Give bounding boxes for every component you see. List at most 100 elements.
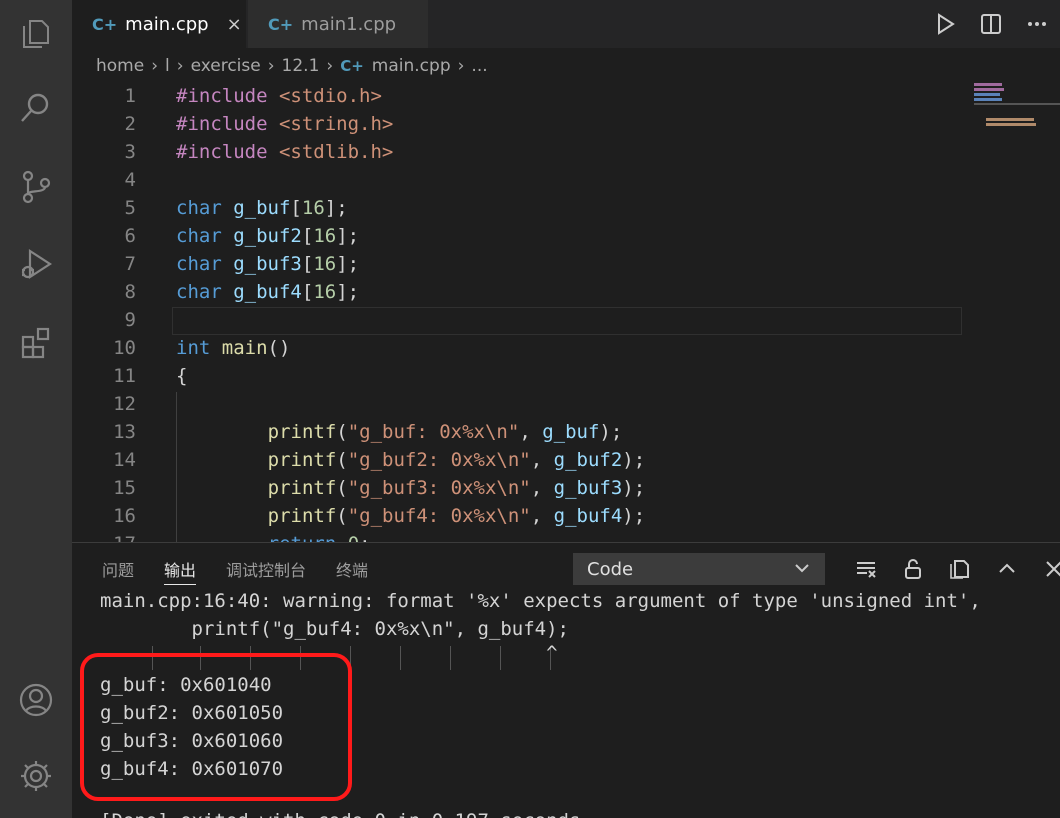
code-text: char g_buf3[16];	[176, 253, 360, 275]
code-line[interactable]: 16 printf("g_buf4: 0x%x\n", g_buf4);	[72, 502, 972, 530]
ellipsis-icon	[1028, 22, 1046, 26]
line-number: 14	[113, 449, 136, 471]
line-number: 7	[124, 253, 136, 275]
code-line[interactable]: 13 printf("g_buf: 0x%x\n", g_buf);	[72, 418, 972, 446]
line-number: 6	[124, 225, 136, 247]
code-line[interactable]: 9	[72, 306, 972, 334]
tab-main-cpp[interactable]: C+ main.cpp ×	[72, 0, 246, 48]
breadcrumb-item[interactable]: ...	[471, 56, 487, 76]
tab-output[interactable]: 输出	[164, 557, 197, 585]
chevron-right-icon: ›	[267, 56, 275, 76]
copy-icon	[949, 560, 969, 579]
code-text: char g_buf4[16];	[176, 281, 360, 303]
unlock-icon	[904, 559, 921, 579]
tab-problems[interactable]: 问题	[102, 557, 134, 585]
breadcrumb-item[interactable]: home	[96, 56, 144, 76]
code-line[interactable]: 6 char g_buf2[16];	[72, 222, 972, 250]
run-debug-icon[interactable]	[14, 242, 58, 286]
source-control-icon[interactable]	[14, 164, 58, 208]
split-editor-icon	[981, 14, 1001, 34]
tab-terminal[interactable]: 终端	[336, 557, 368, 585]
line-number: 16	[113, 505, 136, 527]
code-text: printf("g_buf2: 0x%x\n", g_buf2);	[267, 449, 646, 471]
output-line: [Done] exited with code=0 in 0.197 secon…	[100, 807, 1060, 818]
code-text: printf("g_buf: 0x%x\n", g_buf);	[267, 421, 623, 443]
chevron-right-icon: ›	[457, 56, 465, 76]
line-number: 13	[113, 421, 136, 443]
chevron-right-icon: ›	[151, 56, 159, 76]
chevron-right-icon: ›	[176, 56, 184, 76]
code-line[interactable]: 10 int main()	[72, 334, 972, 362]
code-line[interactable]: 1 #include <stdio.h>	[72, 82, 972, 110]
breadcrumb-item[interactable]: main.cpp	[372, 56, 451, 76]
chevron-right-icon: ›	[326, 56, 334, 76]
output-channel-value: Code	[587, 558, 634, 580]
clear-output-button[interactable]	[842, 553, 889, 585]
split-editor-button[interactable]	[968, 4, 1014, 44]
settings-gear-icon[interactable]	[14, 754, 58, 798]
line-number: 11	[113, 365, 136, 387]
code-line[interactable]: 7 char g_buf3[16];	[72, 250, 972, 278]
code-text: char g_buf2[16];	[176, 225, 360, 247]
extensions-icon[interactable]	[14, 320, 58, 364]
code-line[interactable]: 4	[72, 166, 972, 194]
close-icon	[1045, 561, 1060, 577]
code-line[interactable]: 15 printf("g_buf3: 0x%x\n", g_buf3);	[72, 474, 972, 502]
code-line[interactable]: 2 #include <string.h>	[72, 110, 972, 138]
code-editor[interactable]: 1 #include <stdio.h> 2 #include <string.h> 3…	[72, 80, 1060, 542]
open-in-editor-button[interactable]	[936, 553, 983, 585]
line-number: 9	[124, 309, 136, 331]
code-text: printf("g_buf3: 0x%x\n", g_buf3);	[267, 477, 646, 499]
line-number: 2	[124, 113, 136, 135]
explorer-files-icon[interactable]	[14, 12, 58, 56]
breadcrumb: home › l › exercise › 12.1 › C+ main.cpp…	[96, 52, 488, 80]
line-number: 12	[113, 393, 136, 415]
line-number: 1	[124, 85, 136, 107]
breadcrumb-item[interactable]: exercise	[191, 56, 261, 76]
code-line[interactable]: 14 printf("g_buf2: 0x%x\n", g_buf2);	[72, 446, 972, 474]
code-text: printf("g_buf4: 0x%x\n", g_buf4);	[267, 505, 646, 527]
cpp-file-icon: C+	[92, 14, 118, 34]
code-text: return 0;	[176, 530, 371, 542]
tab-main1-cpp[interactable]: C+ main1.cpp	[248, 0, 428, 48]
annotation-highlight-box	[80, 653, 352, 801]
tab-label: main1.cpp	[301, 13, 397, 35]
line-number: 17	[72, 530, 136, 542]
panel-tabs: 问题 输出 调试控制台 终端	[102, 557, 398, 585]
play-icon	[938, 13, 955, 35]
breadcrumb-item[interactable]: 12.1	[282, 56, 320, 76]
more-actions-button[interactable]	[1014, 4, 1060, 44]
clear-all-icon	[856, 562, 876, 578]
line-number: 4	[124, 169, 136, 191]
code-line[interactable]: 5 char g_buf[16];	[72, 194, 972, 222]
code-line[interactable]: 8 char g_buf4[16];	[72, 278, 972, 306]
cpp-file-icon: C+	[268, 14, 294, 34]
account-icon[interactable]	[14, 678, 58, 722]
editor-tab-bar: C+ main.cpp × C+ main1.cpp	[72, 0, 1060, 48]
panel-actions	[842, 553, 1060, 585]
code-line[interactable]: 3 #include <stdlib.h>	[72, 138, 972, 166]
close-panel-button[interactable]	[1030, 553, 1060, 585]
line-number: 10	[113, 337, 136, 359]
code-line[interactable]: 12	[72, 390, 972, 418]
minimap[interactable]	[972, 80, 1060, 150]
code-text: {	[176, 365, 188, 387]
code-line[interactable]: 11 {	[72, 362, 972, 390]
output-line: main.cpp:16:40: warning: format '%x' exp…	[100, 590, 981, 612]
code-text: int main()	[176, 337, 291, 359]
line-number: 5	[124, 197, 136, 219]
chevron-up-icon	[998, 563, 1015, 573]
code-line[interactable]: 17 return 0;	[72, 530, 972, 542]
editor-actions	[922, 0, 1060, 48]
cpp-file-icon: C+	[340, 57, 364, 75]
run-file-button[interactable]	[922, 4, 968, 44]
lock-scroll-button[interactable]	[889, 553, 936, 585]
close-icon[interactable]: ×	[227, 14, 242, 35]
tab-debug-console[interactable]: 调试控制台	[226, 557, 306, 585]
line-number: 3	[124, 141, 136, 163]
breadcrumb-item[interactable]: l	[165, 56, 170, 76]
maximize-panel-button[interactable]	[983, 553, 1030, 585]
search-icon[interactable]	[14, 86, 58, 130]
line-number: 8	[124, 281, 136, 303]
output-channel-select[interactable]: Code	[573, 553, 825, 585]
